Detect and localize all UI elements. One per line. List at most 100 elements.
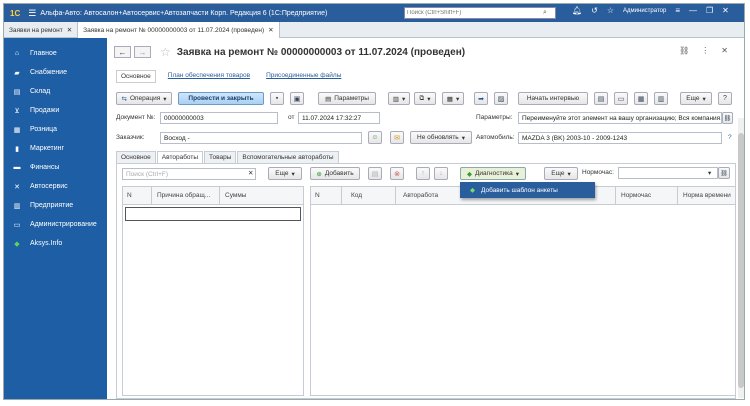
col-n[interactable]: N xyxy=(315,192,320,199)
arrow-right-button[interactable]: ➡ xyxy=(474,92,488,105)
favorite-star-icon[interactable]: ☆ xyxy=(160,45,171,59)
sidebar-item-enterprise[interactable]: ▥ Предприятие xyxy=(4,196,107,215)
doc-number-field[interactable]: 00000000003 xyxy=(160,112,278,124)
sidebar-item-sales[interactable]: ⊻ Продажи xyxy=(4,101,107,120)
diagnostics-button[interactable]: ◆ Диагностика ▾ xyxy=(460,167,526,180)
customer-info-button[interactable]: ☺ xyxy=(368,131,382,144)
sidebar-item-autoservice[interactable]: ✕ Автосервис xyxy=(4,177,107,196)
tab-main[interactable]: Основное xyxy=(116,151,156,163)
sidebar-item-supply[interactable]: ▰ Снабжение xyxy=(4,63,107,82)
car-field[interactable]: MAZDA 3 (BK) 2003-10 - 2009-1243 xyxy=(518,132,722,144)
subtab-goods-plan[interactable]: План обеспечения товаров xyxy=(164,70,254,83)
col-code[interactable]: Код xyxy=(351,192,362,199)
table-row[interactable] xyxy=(125,207,301,221)
link-icon[interactable]: ⛓︎ xyxy=(679,46,689,55)
tab-autoworks[interactable]: Автоработы xyxy=(156,151,204,163)
chevron-down-icon[interactable]: ▾ xyxy=(708,169,711,177)
more-vertical-icon[interactable]: ⋮ xyxy=(701,46,709,55)
params-button[interactable]: ▤ Параметры xyxy=(318,92,376,105)
minimize-icon[interactable]: — xyxy=(689,6,697,15)
close-tab-icon[interactable]: ✕ xyxy=(268,26,273,34)
save-button[interactable]: ▪ xyxy=(270,92,284,105)
params-field[interactable]: Переименуйте этот элемент на вашу органи… xyxy=(518,112,722,124)
search-icon[interactable]: ⌕ xyxy=(543,9,547,17)
sidebar-item-marketing[interactable]: ▮ Маркетинг xyxy=(4,139,107,158)
sidebar-item-warehouse[interactable]: ▤ Склад xyxy=(4,82,107,101)
date-field[interactable]: 11.07.2024 17:32:27 xyxy=(298,112,380,124)
customer-field[interactable]: Восход - xyxy=(160,132,362,144)
menu-icon[interactable]: ☰ xyxy=(28,8,36,19)
create-based-button[interactable]: ⧉ ▾ xyxy=(414,92,436,105)
mail-button[interactable]: ✉ xyxy=(390,131,404,144)
copy-button[interactable]: ▤ xyxy=(368,167,382,180)
history-icon[interactable]: ↺ xyxy=(591,6,598,15)
start-interview-button[interactable]: Начать интервью xyxy=(518,92,588,105)
app-window: 1С ☰ Альфа-Авто: Автосалон+Автосервис+Ав… xyxy=(3,3,745,400)
subtab-attached-files[interactable]: Присоединенные файлы xyxy=(262,70,345,83)
post-and-close-button[interactable]: Провести и закрыть xyxy=(178,92,264,105)
doc-list-button[interactable]: ▤ xyxy=(594,92,608,105)
vertical-scrollbar[interactable] xyxy=(738,118,744,398)
print-button[interactable]: ▥ ▾ xyxy=(388,92,410,105)
post-button[interactable]: ▣ xyxy=(290,92,304,105)
image-button[interactable]: ▨ xyxy=(494,92,508,105)
settings-icon[interactable]: ≡ xyxy=(675,6,680,15)
col-sums[interactable]: Суммы xyxy=(225,192,246,199)
bell-icon[interactable]: 🔔︎ xyxy=(572,6,582,15)
operation-button[interactable]: ⇆ Операция ▾ xyxy=(116,92,172,105)
restore-icon[interactable]: ❐ xyxy=(706,6,713,15)
card-button[interactable]: ▭ xyxy=(614,92,628,105)
user-name[interactable]: Администратор xyxy=(623,8,666,14)
subtab-main[interactable]: Основное xyxy=(116,70,156,83)
normochas-link-button[interactable]: ⛓︎ xyxy=(718,167,730,179)
car-label: Автомобиль: xyxy=(476,134,515,141)
chevron-down-icon: ▾ xyxy=(401,95,406,103)
col-normochas[interactable]: Нормочас xyxy=(621,192,651,199)
save-icon: ▪ xyxy=(275,95,279,102)
tab-repair-request-doc[interactable]: Заявка на ремонт № 00000000003 от 11.07.… xyxy=(78,22,280,38)
sidebar-item-aksys[interactable]: ◆ Aksys.Info xyxy=(4,234,107,253)
back-button[interactable]: ← xyxy=(114,46,131,58)
move-up-button[interactable]: ↑ xyxy=(416,167,430,180)
close-icon[interactable]: ✕ xyxy=(721,46,728,55)
sidebar-item-retail[interactable]: ▦ Розница xyxy=(4,120,107,139)
sidebar-item-main[interactable]: ⌂ Главное xyxy=(4,44,107,63)
favorites-icon[interactable]: ☆ xyxy=(607,6,614,15)
global-search[interactable]: ⌕ xyxy=(404,7,556,19)
left-more-button[interactable]: Еще ▾ xyxy=(268,167,302,180)
copy-icon: ▤ xyxy=(371,170,379,178)
left-search-input[interactable]: Поиск (Ctrl+F) xyxy=(122,168,256,180)
more-button[interactable]: Еще ▾ xyxy=(680,92,712,105)
right-more-button[interactable]: Еще ▾ xyxy=(544,167,578,180)
tab-aux-autoworks[interactable]: Вспомогательные автоработы xyxy=(237,151,339,163)
help-button[interactable]: ? xyxy=(718,92,732,105)
clear-search-icon[interactable]: ✕ xyxy=(248,169,253,177)
car-help-icon[interactable]: ? xyxy=(728,134,732,141)
add-survey-template-menu-item[interactable]: ◆ Добавить шаблон анкеты xyxy=(460,182,595,198)
tab-goods[interactable]: Товары xyxy=(204,151,237,163)
sidebar-item-finance[interactable]: ▬ Финансы xyxy=(4,158,107,177)
no-update-button[interactable]: Не обновлять ▾ xyxy=(410,131,472,144)
params-link-button[interactable]: ⛓︎ xyxy=(722,112,733,124)
col-norm-time[interactable]: Норма времени xyxy=(683,192,731,199)
arrow-up-icon: ↑ xyxy=(421,170,425,177)
close-tab-icon[interactable]: ✕ xyxy=(67,26,72,34)
delete-icon: ⊗ xyxy=(394,170,400,178)
col-n[interactable]: N xyxy=(127,192,132,199)
normochas-field[interactable] xyxy=(618,167,718,179)
sidebar-item-administration[interactable]: ▭ Администрирование xyxy=(4,215,107,234)
global-search-input[interactable] xyxy=(407,10,543,16)
notes-button[interactable]: ▥ xyxy=(654,92,668,105)
reports-button[interactable]: ▦ ▾ xyxy=(442,92,464,105)
col-reason[interactable]: Причина обращ... xyxy=(157,192,210,199)
table-button[interactable]: ▦ xyxy=(634,92,648,105)
close-window-icon[interactable]: ✕ xyxy=(722,6,729,15)
delete-button[interactable]: ⊗ xyxy=(390,167,404,180)
forward-button[interactable]: → xyxy=(134,46,151,58)
scrollbar-thumb[interactable] xyxy=(738,133,744,388)
tab-repair-requests[interactable]: Заявки на ремонт ✕ xyxy=(4,22,79,38)
doc-number-label: Документ №: xyxy=(116,114,156,121)
move-down-button[interactable]: ↓ xyxy=(434,167,448,180)
add-button[interactable]: ⊕ Добавить xyxy=(310,167,360,180)
col-autowork[interactable]: Авторабота xyxy=(403,192,438,199)
